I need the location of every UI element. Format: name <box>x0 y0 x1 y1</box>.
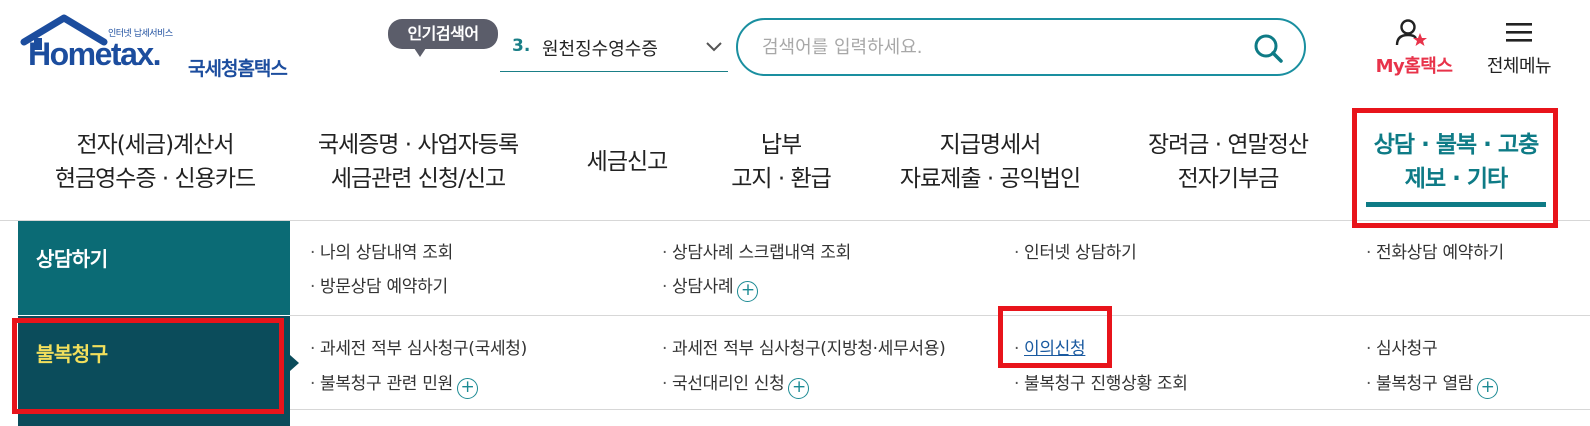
nav-tax-certificate[interactable]: 국세증명 · 사업자등록 세금관련 신청/신고 <box>300 128 536 196</box>
hometax-logo[interactable]: 인터넷 납세서비스 Hometax. 국세청홈택스 <box>16 14 306 80</box>
search-icon[interactable] <box>1252 32 1284 64</box>
link-label: 불복청구 열람 <box>1376 374 1474 394</box>
link-appeal-civil-petition[interactable]: · 불복청구 관련 민원 + <box>310 369 478 399</box>
link-public-representative[interactable]: · 국선대리인 신청 + <box>662 369 810 399</box>
popular-term: 원천징수영수증 <box>542 39 658 60</box>
nav-payment-statement[interactable]: 지급명세서 자료제출 · 공익법인 <box>880 128 1100 196</box>
logo-text-en: Hometax. <box>28 36 162 72</box>
my-hometax-button[interactable]: My홈택스 <box>1364 18 1464 80</box>
link-label: 인터넷 상담하기 <box>1024 243 1137 263</box>
search-bar <box>736 18 1306 76</box>
link-phone-consult[interactable]: · 전화상담 예약하기 <box>1366 238 1504 263</box>
nav-label: 국세증명 · 사업자등록 <box>317 132 519 158</box>
link-review-request[interactable]: · 심사청구 <box>1366 334 1438 359</box>
chevron-down-icon <box>706 42 722 52</box>
highlight-box-nav <box>1352 108 1558 228</box>
active-submenu-arrow <box>290 355 299 371</box>
nav-label: 세금신고 <box>586 149 669 175</box>
link-consult-cases[interactable]: · 상담사례 + <box>662 272 759 302</box>
user-star-icon <box>1395 19 1427 46</box>
all-menu-label: 전체메뉴 <box>1486 56 1552 77</box>
submenu-title-consult[interactable]: 상담하기 <box>18 221 290 315</box>
link-label: 국선대리인 신청 <box>672 374 785 394</box>
link-label: 불복청구 진행상황 조회 <box>1024 374 1188 394</box>
link-label: 과세전 적부 심사청구(국세청) <box>320 339 527 359</box>
link-label: 상담사례 <box>672 277 734 297</box>
link-consult-scrap[interactable]: · 상담사례 스크랩내역 조회 <box>662 238 851 263</box>
row-divider <box>290 315 1590 316</box>
nav-e-invoice[interactable]: 전자(세금)계산서 현금영수증 · 신용카드 <box>40 128 270 196</box>
nav-label: 현금영수증 · 신용카드 <box>54 166 256 192</box>
link-appeal-status[interactable]: · 불복청구 진행상황 조회 <box>1014 369 1188 394</box>
row-divider <box>290 409 1590 410</box>
link-label: 심사청구 <box>1376 339 1438 359</box>
popular-search-dropdown[interactable]: 3. 원천징수영수증 <box>500 30 728 72</box>
link-label: 상담사례 스크랩내역 조회 <box>672 243 851 263</box>
nav-label: 세금관련 신청/신고 <box>330 166 506 192</box>
link-label: 불복청구 관련 민원 <box>320 374 453 394</box>
link-internet-consult[interactable]: · 인터넷 상담하기 <box>1014 238 1137 263</box>
nav-label: 장려금 · 연말정산 <box>1147 132 1309 158</box>
nav-label: 고지 · 환급 <box>731 166 832 192</box>
logo-text-ko: 국세청홈택스 <box>188 58 288 80</box>
expand-plus-icon[interactable]: + <box>1477 378 1499 399</box>
nav-label: 전자(세금)계산서 <box>76 132 234 158</box>
link-my-consult-history[interactable]: · 나의 상담내역 조회 <box>310 238 453 263</box>
nav-label: 지급명세서 <box>939 132 1042 158</box>
my-hometax-label: My홈택스 <box>1375 56 1453 77</box>
nav-label: 납부 <box>760 132 802 158</box>
highlight-box-appeal <box>12 318 284 414</box>
link-label: 과세전 적부 심사청구(지방청·세무서용) <box>672 339 946 359</box>
nav-payment[interactable]: 납부 고지 · 환급 <box>716 128 846 196</box>
search-input[interactable] <box>762 32 1242 62</box>
link-visit-consult[interactable]: · 방문상담 예약하기 <box>310 272 448 297</box>
hamburger-menu-icon <box>1506 23 1532 42</box>
popular-search-badge: 인기검색어 <box>388 19 498 57</box>
link-pre-assessment-nts[interactable]: · 과세전 적부 심사청구(국세청) <box>310 334 527 359</box>
highlight-box-objection <box>998 306 1112 368</box>
nav-label: 자료제출 · 공익법인 <box>899 166 1081 192</box>
expand-plus-icon[interactable]: + <box>737 281 759 302</box>
expand-plus-icon[interactable]: + <box>788 378 810 399</box>
all-menu-button[interactable]: 전체메뉴 <box>1474 18 1564 80</box>
nav-label: 전자기부금 <box>1177 166 1280 192</box>
nav-tax-return[interactable]: 세금신고 <box>568 145 686 179</box>
popular-rank: 3. <box>512 36 531 56</box>
link-label: 전화상담 예약하기 <box>1376 243 1504 263</box>
link-pre-assessment-regional[interactable]: · 과세전 적부 심사청구(지방청·세무서용) <box>662 334 946 359</box>
link-label: 나의 상담내역 조회 <box>320 243 453 263</box>
nav-incentive[interactable]: 장려금 · 연말정산 전자기부금 <box>1128 128 1328 196</box>
link-appeal-browse[interactable]: · 불복청구 열람 + <box>1366 369 1499 399</box>
link-label: 방문상담 예약하기 <box>320 277 448 297</box>
expand-plus-icon[interactable]: + <box>456 378 478 399</box>
